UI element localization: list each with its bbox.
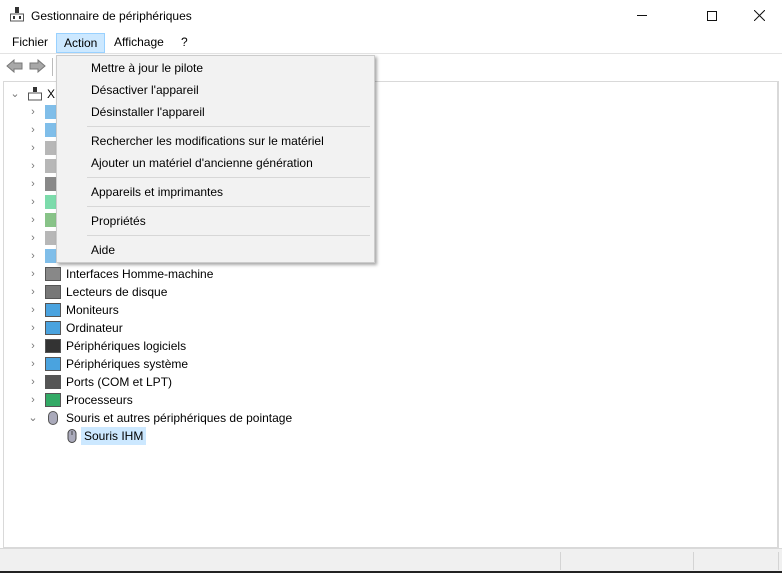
- toolbar-divider: [52, 58, 53, 76]
- chevron-right-icon[interactable]: ›: [28, 391, 38, 409]
- menu-affichage[interactable]: Affichage: [107, 33, 171, 53]
- menu-item[interactable]: Appareils et imprimantes: [59, 181, 372, 203]
- menu-separator: [87, 126, 370, 127]
- menu-item[interactable]: Rechercher les modifications sur le maté…: [59, 130, 372, 152]
- tree-category[interactable]: › Lecteurs de disque: [4, 283, 304, 301]
- menu-item[interactable]: Désactiver l'appareil: [59, 79, 372, 101]
- minimize-button[interactable]: [619, 0, 665, 31]
- close-icon: [753, 10, 765, 21]
- disk-drive-icon: [45, 285, 61, 299]
- system-device-icon: [45, 357, 61, 371]
- action-dropdown-menu: Mettre à jour le pilote Désactiver l'appa…: [56, 55, 375, 263]
- computer-icon: [28, 87, 42, 101]
- back-arrow-icon[interactable]: [6, 59, 23, 73]
- tree-category[interactable]: › Processeurs: [4, 391, 304, 409]
- menu-bar: Fichier Action Affichage ?: [0, 31, 782, 53]
- chevron-right-icon[interactable]: ›: [28, 121, 38, 139]
- chevron-right-icon[interactable]: ›: [28, 373, 38, 391]
- tree-category-label: Processeurs: [66, 393, 133, 407]
- tree-category-label: Souris et autres périphériques de pointa…: [66, 411, 293, 425]
- menu-action[interactable]: Action: [56, 33, 106, 53]
- tree-category[interactable]: › Périphériques logiciels: [4, 337, 304, 355]
- status-divider: [560, 552, 561, 570]
- close-button[interactable]: [736, 0, 782, 31]
- forward-arrow-icon[interactable]: [29, 59, 46, 73]
- minimize-icon: [637, 15, 647, 16]
- tree-category-label: Lecteurs de disque: [66, 285, 168, 299]
- tree-category[interactable]: › Interfaces Homme-machine: [4, 265, 304, 283]
- tree-category[interactable]: › Moniteurs: [4, 301, 304, 319]
- chevron-right-icon[interactable]: ›: [28, 265, 38, 283]
- computer-icon: [45, 321, 61, 335]
- tree-category-label: Moniteurs: [66, 303, 119, 317]
- root-label: X: [47, 87, 56, 101]
- chevron-right-icon[interactable]: ›: [28, 355, 38, 373]
- menu-item[interactable]: Aide: [59, 239, 372, 261]
- menu-separator: [87, 206, 370, 207]
- menu-separator: [87, 235, 370, 236]
- tree-item-label: Souris IHM: [81, 427, 147, 445]
- menu-item[interactable]: Mettre à jour le pilote: [59, 57, 372, 79]
- status-divider: [693, 552, 694, 570]
- menu-separator: [87, 177, 370, 178]
- tree-category-label: Ports (COM et LPT): [66, 375, 173, 389]
- mouse-icon: [67, 429, 77, 443]
- maximize-button[interactable]: [689, 0, 735, 31]
- menu-fichier[interactable]: Fichier: [5, 33, 55, 53]
- tree-category-label: Ordinateur: [66, 321, 123, 335]
- menu-item[interactable]: Propriétés: [59, 210, 372, 232]
- device-manager-icon: [10, 7, 24, 22]
- chevron-right-icon[interactable]: ›: [28, 301, 38, 319]
- tree-category[interactable]: › Périphériques système: [4, 355, 304, 373]
- chevron-down-icon[interactable]: ⌄: [10, 85, 20, 103]
- chevron-right-icon[interactable]: ›: [28, 103, 38, 121]
- menu-help[interactable]: ?: [174, 33, 195, 53]
- window-title: Gestionnaire de périphériques: [31, 9, 192, 23]
- chevron-right-icon[interactable]: ›: [28, 175, 38, 193]
- mouse-icon: [48, 411, 58, 425]
- tree-category-label: Interfaces Homme-machine: [66, 267, 214, 281]
- processor-icon: [45, 393, 61, 407]
- chevron-right-icon[interactable]: ›: [28, 229, 38, 247]
- maximize-icon: [707, 10, 717, 21]
- chevron-right-icon[interactable]: ›: [28, 157, 38, 175]
- chevron-right-icon[interactable]: ›: [28, 139, 38, 157]
- chevron-right-icon[interactable]: ›: [28, 319, 38, 337]
- tree-category-label: Périphériques logiciels: [66, 339, 187, 353]
- tree-category[interactable]: › Ports (COM et LPT): [4, 373, 304, 391]
- chevron-right-icon[interactable]: ›: [28, 247, 38, 265]
- monitor-icon: [45, 303, 61, 317]
- chevron-right-icon[interactable]: ›: [28, 337, 38, 355]
- hid-icon: [45, 267, 61, 281]
- title-bar: Gestionnaire de périphériques: [0, 0, 782, 31]
- menu-item[interactable]: Ajouter un matériel d'ancienne génératio…: [59, 152, 372, 174]
- port-icon: [45, 375, 61, 389]
- chevron-right-icon[interactable]: ›: [28, 283, 38, 301]
- status-bar: [0, 548, 782, 571]
- status-divider: [778, 552, 779, 570]
- chevron-right-icon[interactable]: ›: [28, 211, 38, 229]
- tree-category-label: Périphériques système: [66, 357, 189, 371]
- tree-category[interactable]: ⌄ Souris et autres périphériques de point…: [4, 409, 304, 427]
- menu-item[interactable]: Désinstaller l'appareil: [59, 101, 372, 123]
- software-device-icon: [45, 339, 61, 353]
- chevron-right-icon[interactable]: ›: [28, 193, 38, 211]
- tree-category[interactable]: › Ordinateur: [4, 319, 304, 337]
- chevron-down-icon[interactable]: ⌄: [28, 409, 38, 427]
